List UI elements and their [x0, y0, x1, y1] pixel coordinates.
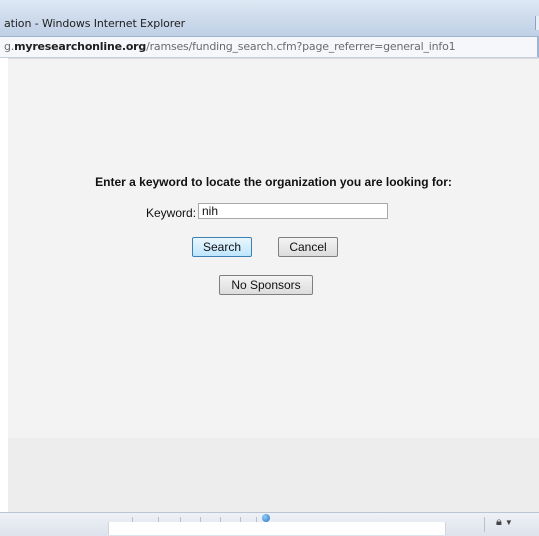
- status-divider: [484, 517, 485, 532]
- window-edge: [535, 16, 539, 30]
- address-bar[interactable]: g.myresearchonline.org/ramses/funding_se…: [0, 37, 539, 58]
- chevron-down-icon: ▼: [504, 518, 513, 527]
- url-host: myresearchonline.org: [14, 40, 147, 53]
- globe-icon: [262, 513, 270, 522]
- tooltip-popup: [108, 522, 446, 535]
- page-content: Enter a keyword to locate the organizati…: [8, 58, 539, 439]
- address-url[interactable]: g.myresearchonline.org/ramses/funding_se…: [4, 40, 456, 53]
- search-button[interactable]: Search: [192, 237, 252, 257]
- keyword-label: Keyword:: [146, 206, 197, 220]
- page-lower-area: [8, 438, 539, 512]
- url-path: /ramses/funding_search.cfm?page_referrer…: [146, 40, 456, 53]
- keyword-input[interactable]: [198, 203, 388, 219]
- protected-mode-button[interactable]: 🔒︎ ▼: [496, 516, 513, 529]
- lock-icon: 🔒︎: [496, 516, 502, 528]
- window-titlebar: ation - Windows Internet Explorer: [0, 0, 539, 37]
- no-sponsors-button[interactable]: No Sponsors: [219, 275, 313, 295]
- search-prompt: Enter a keyword to locate the organizati…: [95, 175, 452, 189]
- window-title: ation - Windows Internet Explorer: [4, 17, 186, 30]
- security-zone[interactable]: [262, 512, 273, 522]
- cancel-button[interactable]: Cancel: [278, 237, 338, 257]
- url-prefix: g.: [4, 40, 15, 53]
